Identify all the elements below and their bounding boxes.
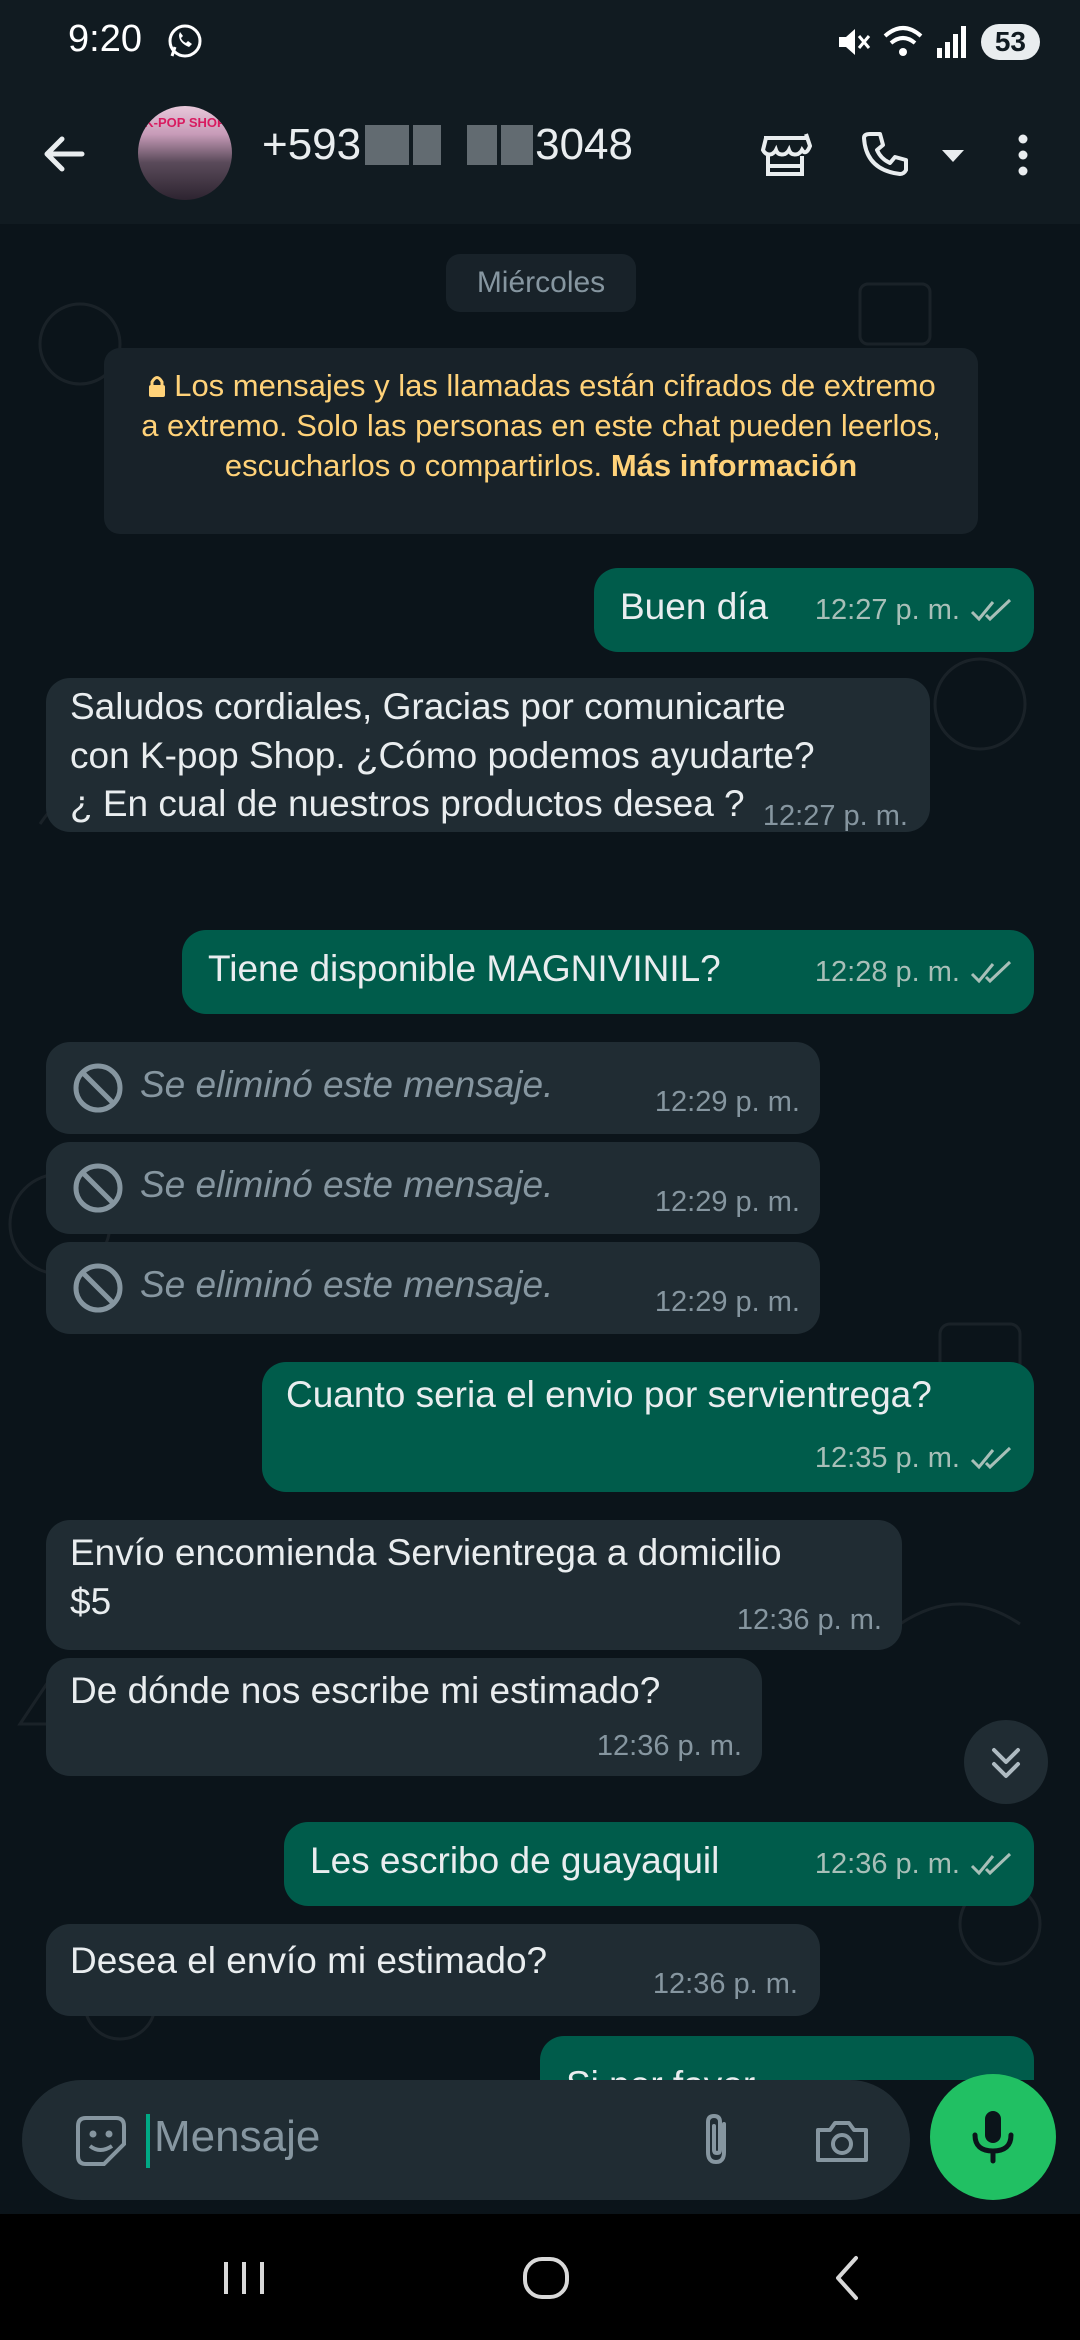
message-time: 12:29 p. m. bbox=[654, 1086, 800, 1118]
message-meta: 12:29 p. m. bbox=[655, 1286, 800, 1319]
more-info-link[interactable]: Más información bbox=[611, 448, 857, 483]
message-text: Les escribo de guayaquil bbox=[310, 1840, 720, 1881]
attach-icon[interactable] bbox=[690, 2110, 746, 2170]
message-text: Se eliminó este mensaje. bbox=[140, 1064, 554, 1105]
message-outgoing[interactable]: Buen día 12:27 p. m. bbox=[594, 568, 1034, 652]
battery-indicator: 53 bbox=[980, 24, 1040, 60]
deleted-icon bbox=[73, 1063, 123, 1113]
message-meta: 12:28 p. m. bbox=[815, 956, 1012, 989]
message-text: Si por favor bbox=[566, 2060, 755, 2080]
message-deleted[interactable]: Se eliminó este mensaje. 12:29 p. m. bbox=[46, 1042, 820, 1134]
dropdown-icon[interactable] bbox=[926, 128, 980, 182]
message-meta: 12:36 p. m. bbox=[597, 1730, 742, 1763]
encryption-notice[interactable]: Los mensajes y las llamadas están cifrad… bbox=[104, 348, 978, 534]
message-text: $5 bbox=[70, 1581, 112, 1622]
back-arrow-icon[interactable] bbox=[38, 128, 90, 180]
call-icon[interactable] bbox=[858, 128, 912, 182]
message-text: Se eliminó este mensaje. bbox=[140, 1264, 554, 1305]
message-meta: 12:36 p. m. bbox=[653, 1968, 798, 2001]
message-incoming[interactable]: Envío encomienda Servientrega a domicili… bbox=[46, 1520, 902, 1650]
message-time: 12:28 p. m. bbox=[814, 956, 960, 988]
message-time: 12:27 p. m. bbox=[762, 800, 908, 832]
mic-icon bbox=[972, 2111, 1014, 2164]
redaction-block bbox=[413, 125, 442, 165]
status-icons: 53 bbox=[835, 20, 1040, 64]
message-time: 12:35 p. m. bbox=[814, 1442, 960, 1474]
double-check-icon bbox=[970, 598, 1012, 621]
lock-icon bbox=[149, 376, 166, 397]
message-text: Tiene disponible MAGNIVINIL? bbox=[208, 948, 721, 989]
message-meta: 12:36 p. m. bbox=[737, 1604, 882, 1637]
camera-icon[interactable] bbox=[812, 2112, 872, 2170]
message-text: De dónde nos escribe mi estimado? bbox=[70, 1670, 661, 1711]
message-text: con K-pop Shop. ¿Cómo podemos ayudarte? bbox=[70, 735, 815, 776]
message-time: 12:36 p. m. bbox=[652, 1968, 798, 2000]
message-time: 12:27 p. m. bbox=[814, 594, 960, 626]
wifi-icon bbox=[883, 26, 923, 56]
message-time: 12:36 p. m. bbox=[596, 1730, 742, 1762]
message-time: 12:36 p. m. bbox=[814, 1848, 960, 1880]
whatsapp-icon bbox=[168, 24, 202, 58]
message-meta: 12:36 p. m. bbox=[815, 1848, 1012, 1881]
message-deleted[interactable]: Se eliminó este mensaje. 12:29 p. m. bbox=[46, 1142, 820, 1234]
status-time: 9:20 bbox=[68, 18, 142, 60]
deleted-icon bbox=[73, 1163, 123, 1213]
system-nav-bar bbox=[0, 2214, 1080, 2340]
text-caret bbox=[146, 2114, 150, 2168]
message-text: Desea el envío mi estimado? bbox=[70, 1940, 548, 1981]
contact-name[interactable]: +593 3048 bbox=[262, 120, 633, 170]
scroll-down-icon bbox=[992, 1748, 1020, 1778]
mic-button[interactable] bbox=[930, 2074, 1056, 2200]
store-icon[interactable] bbox=[758, 128, 812, 182]
message-incoming[interactable]: Saludos cordiales, Gracias por comunicar… bbox=[46, 678, 930, 832]
message-text: Se eliminó este mensaje. bbox=[140, 1164, 554, 1205]
message-time: 12:29 p. m. bbox=[654, 1186, 800, 1218]
message-meta: 12:27 p. m. bbox=[815, 594, 1012, 627]
message-text: Cuanto seria el envio por servientrega? bbox=[286, 1374, 932, 1415]
signal-icon bbox=[936, 26, 966, 58]
double-check-icon bbox=[970, 1446, 1012, 1469]
message-meta: 12:29 p. m. bbox=[655, 1086, 800, 1119]
redaction-block bbox=[501, 125, 534, 165]
message-time: 12:29 p. m. bbox=[654, 1286, 800, 1318]
contact-number-prefix: +593 bbox=[262, 120, 362, 169]
status-bar: 9:20 53 bbox=[0, 0, 1080, 84]
message-text: ¿ En cual de nuestros productos desea ? bbox=[70, 783, 745, 824]
message-deleted[interactable]: Se eliminó este mensaje. 12:29 p. m. bbox=[46, 1242, 820, 1334]
more-icon[interactable] bbox=[996, 128, 1050, 182]
message-incoming[interactable]: De dónde nos escribe mi estimado? 12:36 … bbox=[46, 1658, 762, 1776]
nav-back-icon[interactable] bbox=[818, 2248, 878, 2308]
message-text: Saludos cordiales, Gracias por comunicar… bbox=[70, 686, 786, 727]
deleted-icon bbox=[73, 1263, 123, 1313]
emoji-icon[interactable] bbox=[72, 2112, 130, 2170]
message-outgoing[interactable]: Tiene disponible MAGNIVINIL? 12:28 p. m. bbox=[182, 930, 1034, 1014]
message-time: 12:36 p. m. bbox=[736, 1604, 882, 1636]
message-outgoing[interactable]: Les escribo de guayaquil 12:36 p. m. bbox=[284, 1822, 1034, 1906]
avatar[interactable]: K-POP SHOP bbox=[138, 106, 232, 200]
scroll-down-button[interactable] bbox=[964, 1720, 1048, 1804]
date-chip: Miércoles bbox=[446, 254, 636, 312]
redaction-block bbox=[467, 125, 498, 165]
message-meta: 12:29 p. m. bbox=[655, 1186, 800, 1219]
message-text: Buen día bbox=[620, 586, 769, 627]
recents-icon[interactable] bbox=[214, 2248, 274, 2308]
message-meta: 12:35 p. m. bbox=[815, 1442, 1012, 1475]
message-text: Envío encomienda Servientrega a domicili… bbox=[70, 1532, 782, 1573]
chat-header: K-POP SHOP +593 3048 bbox=[0, 84, 1080, 224]
double-check-icon bbox=[970, 960, 1012, 983]
message-input[interactable]: Mensaje bbox=[22, 2080, 910, 2200]
avatar-text: K-POP SHOP bbox=[144, 115, 226, 130]
message-meta: 12:27 p. m. bbox=[763, 800, 908, 833]
mute-icon bbox=[838, 29, 870, 55]
message-outgoing[interactable]: Si por favor bbox=[540, 2036, 1034, 2080]
contact-number-suffix: 3048 bbox=[535, 120, 633, 169]
message-placeholder: Mensaje bbox=[154, 2112, 321, 2161]
redaction-block bbox=[365, 125, 410, 165]
message-incoming[interactable]: Desea el envío mi estimado? 12:36 p. m. bbox=[46, 1924, 820, 2016]
message-outgoing[interactable]: Cuanto seria el envio por servientrega? … bbox=[262, 1362, 1034, 1492]
chat-area[interactable]: Miércoles Los mensajes y las llamadas es… bbox=[0, 224, 1080, 2080]
home-icon[interactable] bbox=[516, 2248, 576, 2308]
double-check-icon bbox=[970, 1852, 1012, 1875]
